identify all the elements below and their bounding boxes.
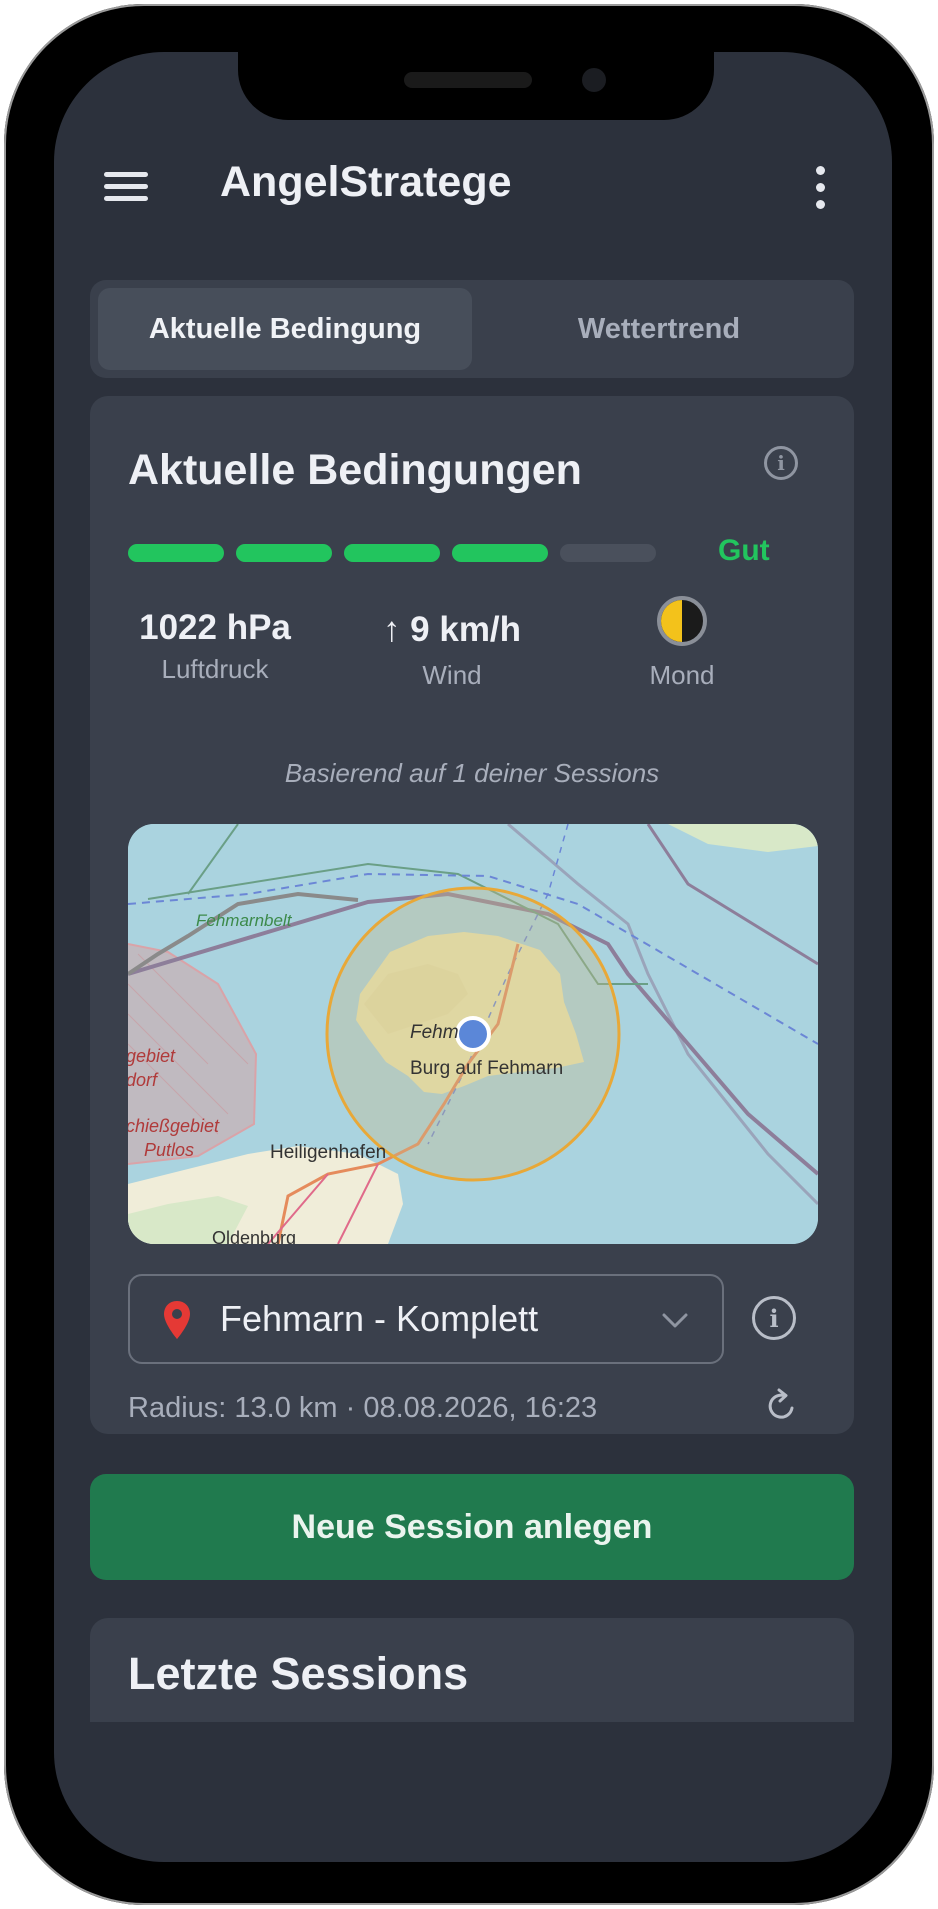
hamburger-menu-icon[interactable] (100, 160, 154, 214)
map-label-restricted-3: chießgebiet (128, 1116, 220, 1136)
location-select-value: Fehmarn - Komplett (220, 1298, 539, 1339)
map-label-oldenburg: Oldenburg (212, 1228, 296, 1244)
speaker (404, 72, 532, 88)
notch (238, 52, 714, 120)
rating-segment (128, 544, 224, 562)
rating-segment (236, 544, 332, 562)
more-vert-icon[interactable] (802, 158, 838, 218)
refresh-icon[interactable] (762, 1386, 802, 1426)
rating-segment (560, 544, 656, 562)
map-label-fehmarn: Fehm (410, 1022, 459, 1043)
location-info-icon[interactable]: i (752, 1296, 796, 1340)
tab-bar: Aktuelle Bedingung Wettertrend (90, 280, 854, 378)
stat-moon: Mond (587, 596, 777, 691)
chevron-down-icon (662, 1313, 688, 1328)
map-label-restricted-2: dorf (128, 1070, 159, 1090)
location-meta: Radius: 13.0 km · 08.08.2026, 16:23 (128, 1392, 598, 1424)
wind-label: Wind (422, 660, 482, 690)
map-label-restricted-1: gebiet (128, 1046, 176, 1066)
conditions-card: Aktuelle Bedingungen i Gut 1022 hPa Luft… (90, 396, 854, 1434)
map-label-burg: Burg auf Fehmarn (410, 1058, 563, 1079)
rating-label: Gut (718, 534, 770, 567)
moon-label: Mond (649, 660, 715, 690)
wind-value: ↑ 9 km/h (382, 610, 522, 649)
last-sessions-card: Letzte Sessions (90, 1618, 854, 1722)
location-pin-icon (164, 1301, 190, 1339)
map-label-heiligenhafen: Heiligenhafen (270, 1142, 386, 1163)
tab-aktuelle-bedingung[interactable]: Aktuelle Bedingung (98, 288, 472, 370)
map-label-fehmarnbelt: Fehmarnbelt (196, 911, 293, 930)
pressure-value: 1022 hPa (139, 608, 291, 647)
camera (582, 68, 606, 92)
conditions-title: Aktuelle Bedingungen (128, 446, 582, 494)
moon-half-icon (657, 596, 707, 646)
stat-pressure: 1022 hPa Luftdruck (120, 608, 310, 685)
location-map[interactable]: Fehmarnbelt Fehm Burg auf Fehmarn Heilig… (128, 824, 818, 1244)
new-session-button[interactable]: Neue Session anlegen (90, 1474, 854, 1580)
app-title: AngelStratege (220, 158, 512, 206)
app-bar: AngelStratege (54, 148, 892, 228)
map-label-restricted-4: Putlos (144, 1140, 194, 1160)
phone-frame: AngelStratege Aktuelle Bedingung Wettert… (4, 4, 934, 1905)
stat-wind: ↑ 9 km/h Wind (357, 610, 547, 691)
info-icon[interactable]: i (764, 446, 798, 480)
location-select[interactable]: Fehmarn - Komplett (128, 1274, 724, 1364)
based-on-text: Basierend auf 1 deiner Sessions (284, 758, 660, 788)
rating-segment (344, 544, 440, 562)
screen: AngelStratege Aktuelle Bedingung Wettert… (54, 52, 892, 1862)
pressure-label: Luftdruck (161, 654, 269, 684)
last-sessions-title: Letzte Sessions (128, 1648, 469, 1699)
rating-segment (452, 544, 548, 562)
tab-wettertrend[interactable]: Wettertrend (472, 288, 846, 370)
